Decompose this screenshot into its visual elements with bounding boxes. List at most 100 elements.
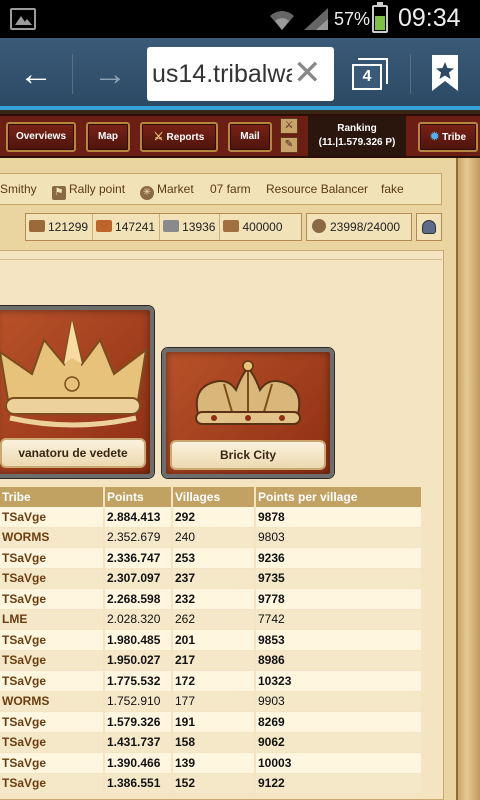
points-per-village-cell: 9236 bbox=[256, 548, 423, 569]
browser-toolbar: ← → us14.tribalwars.us ✕ 4 bbox=[0, 38, 480, 110]
tribe-cell[interactable]: TSaVge bbox=[0, 732, 105, 753]
wifi-icon bbox=[270, 11, 294, 30]
quickbar-item-resource-balancer[interactable]: Resource Balancer bbox=[266, 182, 368, 196]
reports-button[interactable]: ⚔ Reports bbox=[140, 122, 218, 152]
table-row: TSaVge 2.336.747 253 9236 bbox=[0, 548, 423, 569]
tribe-cell[interactable]: TSaVge bbox=[0, 548, 105, 569]
forward-arrow-icon[interactable]: → bbox=[84, 52, 136, 96]
small-crown-icon bbox=[195, 360, 301, 425]
table-row: TSaVge 1.980.485 201 9853 bbox=[0, 630, 423, 651]
ranking-table-body: TSaVge 2.884.413 292 9878 WORMS 2.352.679 240 9… bbox=[0, 507, 423, 794]
tab-count: 4 bbox=[352, 64, 382, 90]
table-row: TSaVge 1.775.532 172 10323 bbox=[0, 671, 423, 692]
table-row: TSaVge 1.579.326 191 8269 bbox=[0, 712, 423, 733]
table-row: LME 2.028.320 262 7742 bbox=[0, 609, 423, 630]
points-cell: 1.980.485 bbox=[105, 630, 173, 651]
points-cell: 1.752.910 bbox=[105, 691, 173, 712]
quickbar-item-smithy[interactable]: Smithy bbox=[0, 182, 37, 196]
image-icon bbox=[10, 8, 36, 30]
header-villages[interactable]: Villages bbox=[173, 487, 256, 507]
tribe-cell[interactable]: LME bbox=[0, 609, 105, 630]
villages-cell: 191 bbox=[173, 712, 256, 733]
battery-icon bbox=[372, 2, 388, 33]
points-cell: 2.352.679 bbox=[105, 527, 173, 548]
top-village-card[interactable]: Brick City bbox=[162, 348, 334, 478]
farm-icon bbox=[312, 219, 326, 233]
clock: 09:34 bbox=[398, 4, 461, 32]
url-text[interactable]: us14.tribalwars.us bbox=[152, 60, 292, 89]
tribe-cell[interactable]: WORMS bbox=[0, 527, 105, 548]
population-box[interactable]: 23998/24000 bbox=[306, 213, 412, 241]
points-per-village-cell: 10323 bbox=[256, 671, 423, 692]
villages-cell: 240 bbox=[173, 527, 256, 548]
points-cell: 1.775.532 bbox=[105, 671, 173, 692]
toolbar-divider bbox=[72, 54, 73, 94]
back-arrow-icon[interactable]: ← bbox=[10, 52, 62, 96]
tribe-button[interactable]: ✹ Tribe bbox=[418, 122, 478, 152]
helmet-icon[interactable] bbox=[416, 213, 442, 241]
bookmark-icon[interactable] bbox=[428, 53, 462, 93]
note-icon[interactable]: ✎ bbox=[280, 137, 298, 153]
tribe-cell[interactable]: TSaVge bbox=[0, 589, 105, 610]
points-per-village-cell: 9803 bbox=[256, 527, 423, 548]
quickbar-item-rally-point[interactable]: ⚑ Rally point bbox=[52, 182, 125, 200]
tribe-cell[interactable]: TSaVge bbox=[0, 712, 105, 733]
wood-icon bbox=[29, 220, 45, 232]
tribe-cell[interactable]: TSaVge bbox=[0, 773, 105, 794]
points-cell: 2.028.320 bbox=[105, 609, 173, 630]
points-per-village-cell: 8269 bbox=[256, 712, 423, 733]
top-player-name: vanatoru de vedete bbox=[0, 438, 146, 468]
quickbar-item-market[interactable]: ✳ Market bbox=[140, 182, 194, 200]
right-frame bbox=[456, 158, 480, 800]
points-cell: 1.431.737 bbox=[105, 732, 173, 753]
tribe-cell[interactable]: TSaVge bbox=[0, 568, 105, 589]
points-cell: 1.390.466 bbox=[105, 753, 173, 774]
villages-cell: 158 bbox=[173, 732, 256, 753]
header-points-per-village[interactable]: Points per village bbox=[256, 487, 423, 507]
signal-icon bbox=[304, 8, 328, 30]
clay-resource[interactable]: 147241 bbox=[93, 214, 161, 240]
tribe-cell[interactable]: TSaVge bbox=[0, 753, 105, 774]
address-bar[interactable]: us14.tribalwars.us ✕ bbox=[147, 47, 334, 101]
tribe-cell[interactable]: TSaVge bbox=[0, 671, 105, 692]
reports-label: Reports bbox=[166, 132, 205, 143]
tribe-cell[interactable]: WORMS bbox=[0, 691, 105, 712]
tabs-icon[interactable]: 4 bbox=[352, 58, 388, 90]
points-cell: 1.579.326 bbox=[105, 712, 173, 733]
status-bar: 57% 09:34 bbox=[0, 0, 480, 38]
wood-resource[interactable]: 121299 bbox=[26, 214, 94, 240]
battery-percent: 57% bbox=[334, 9, 371, 29]
top-player-card[interactable]: vanatoru de vedete bbox=[0, 306, 154, 478]
map-button[interactable]: Map bbox=[86, 122, 130, 152]
quickbar-item-fake[interactable]: fake bbox=[381, 182, 404, 196]
quickbar-item-07-farm[interactable]: 07 farm bbox=[210, 182, 251, 196]
clear-icon[interactable]: ✕ bbox=[293, 55, 322, 91]
quickbar: Smithy ⚑ Rally point ✳ Market 07 farm Reso… bbox=[0, 173, 442, 205]
wood-value: 121299 bbox=[48, 220, 89, 234]
storage-resource[interactable]: 400000 bbox=[220, 214, 286, 240]
points-cell: 2.268.598 bbox=[105, 589, 173, 610]
villages-cell: 262 bbox=[173, 609, 256, 630]
tribe-cell[interactable]: TSaVge bbox=[0, 507, 105, 528]
mail-button[interactable]: Mail bbox=[228, 122, 272, 152]
overviews-button[interactable]: Overviews bbox=[6, 122, 76, 152]
clay-value: 147241 bbox=[115, 220, 156, 234]
iron-resource[interactable]: 13936 bbox=[160, 214, 221, 240]
villages-cell: 152 bbox=[173, 773, 256, 794]
table-row: TSaVge 2.884.413 292 9878 bbox=[0, 507, 423, 528]
ranking-table: Tribe Points Villages Points per village… bbox=[0, 487, 423, 794]
tribe-cell[interactable]: TSaVge bbox=[0, 650, 105, 671]
market-icon: ✳ bbox=[140, 186, 154, 200]
header-points[interactable]: Points bbox=[105, 487, 173, 507]
iron-value: 13936 bbox=[182, 220, 216, 234]
tribe-cell[interactable]: TSaVge bbox=[0, 630, 105, 651]
sword-icon[interactable]: ⚔ bbox=[280, 118, 298, 134]
ranking-box[interactable]: Ranking (11.|1.579.326 P) bbox=[308, 116, 406, 156]
header-tribe[interactable]: Tribe bbox=[0, 487, 105, 507]
table-row: TSaVge 1.386.551 152 9122 bbox=[0, 773, 423, 794]
points-cell: 2.884.413 bbox=[105, 507, 173, 528]
mini-icon-group: ⚔ ✎ bbox=[280, 118, 300, 156]
villages-cell: 217 bbox=[173, 650, 256, 671]
large-crown-icon bbox=[0, 319, 148, 428]
ranking-value: (11.|1.579.326 P) bbox=[318, 137, 396, 148]
